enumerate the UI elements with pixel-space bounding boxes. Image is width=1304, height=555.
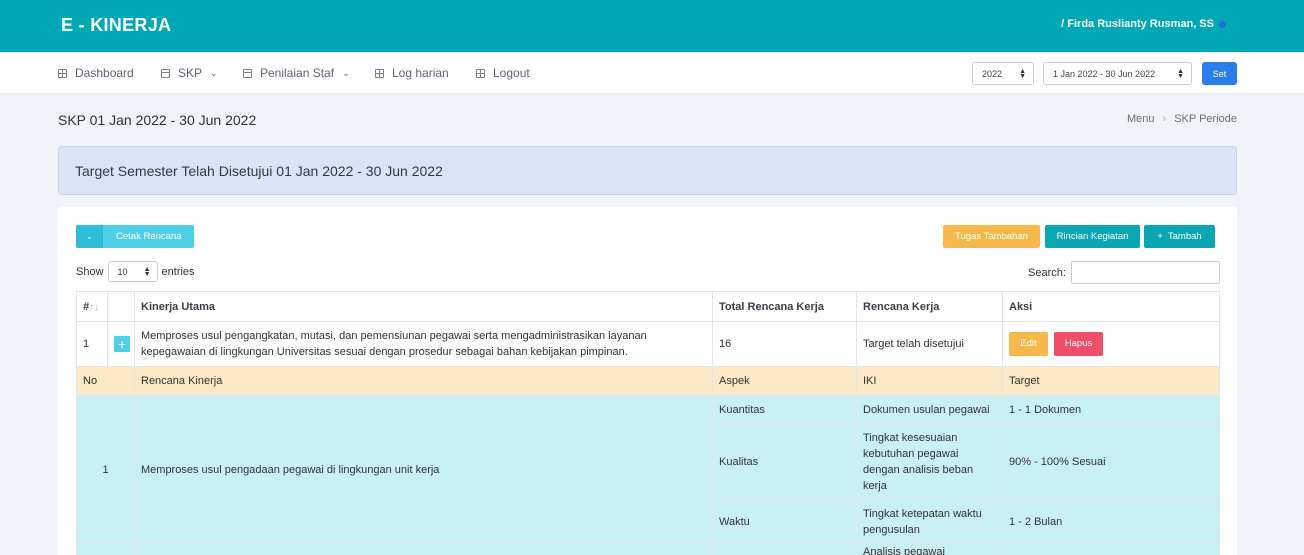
sub-target: 90% - 100% Sesuai bbox=[1002, 423, 1220, 500]
sub-row: 1 Memproses usul pengadaan pegawai di li… bbox=[76, 395, 1220, 544]
nav-penilaian-label: Penilaian Staf bbox=[260, 66, 335, 80]
sub-header-no: No bbox=[76, 366, 135, 396]
col-header-kinerja[interactable]: Kinerja Utama bbox=[134, 291, 713, 322]
cetak-label: Cetak Rencana bbox=[116, 231, 182, 242]
col-header-total[interactable]: Total Rencana Kerja bbox=[712, 291, 857, 322]
user-status-icon bbox=[1219, 20, 1226, 28]
sub-row-rencana: Memproses usul pengadaan pegawai di ling… bbox=[134, 395, 713, 544]
sub-iki: Tingkat ketepatan waktu pengusulan bbox=[856, 499, 1003, 544]
sub-header-aspek: Aspek bbox=[712, 366, 857, 396]
sub-row: Analisis pegawai bbox=[76, 543, 1220, 555]
chevron-down-icon: ⌄ bbox=[342, 67, 350, 78]
search-control: Search: bbox=[1028, 261, 1220, 284]
app-brand[interactable]: E - KINERJA bbox=[61, 15, 171, 36]
tambah-label: Tambah bbox=[1167, 231, 1202, 242]
skp-card: ⌄ Cetak Rencana Tugas Tambahan Rincian K… bbox=[58, 207, 1237, 555]
sub-iki: Dokumen usulan pegawai bbox=[856, 395, 1003, 424]
skp-icon bbox=[161, 68, 170, 78]
page-length-select[interactable]: 10 ▲ ▼ bbox=[107, 261, 158, 282]
hapus-button[interactable]: Hapus bbox=[1054, 332, 1103, 356]
page-title: SKP 01 Jan 2022 - 30 Jun 2022 bbox=[58, 112, 257, 128]
search-label: Search: bbox=[1028, 266, 1066, 279]
penilaian-icon bbox=[243, 68, 252, 78]
sub-iki: Tingkat kesesuaian kebutuhan pegawai den… bbox=[856, 423, 1003, 500]
sub-header-row: No Rencana Kinerja Aspek IKI Target bbox=[76, 366, 1220, 396]
sub-target: 1 - 1 Dokumen bbox=[1002, 395, 1220, 424]
sub-aspek: Waktu bbox=[712, 499, 857, 544]
year-value: 2022 bbox=[982, 68, 1003, 79]
period-value: 1 Jan 2022 - 30 Jun 2022 bbox=[1053, 68, 1156, 79]
sub-aspek bbox=[712, 543, 857, 555]
sub-iki: Analisis pegawai bbox=[856, 543, 1003, 555]
log-icon bbox=[375, 68, 384, 78]
col-header-expand bbox=[107, 291, 135, 322]
user-name: / Firda Ruslianty Rusman, SS bbox=[1061, 18, 1214, 30]
cetak-rencana-button[interactable]: ⌄ Cetak Rencana bbox=[76, 225, 194, 248]
show-label: Show bbox=[76, 265, 104, 278]
row-actions: Edit Hapus bbox=[1002, 321, 1220, 367]
expand-plus-icon[interactable]: + bbox=[114, 336, 130, 352]
nav-penilaian-staf[interactable]: Penilaian Staf ⌄ bbox=[243, 66, 350, 80]
breadcrumb: Menu › SKP Periode bbox=[1127, 113, 1237, 125]
nav-skp[interactable]: SKP ⌄ bbox=[161, 66, 218, 80]
row-no: 1 bbox=[76, 321, 108, 367]
nav-log-harian[interactable]: Log harian bbox=[375, 66, 449, 80]
search-input[interactable] bbox=[1070, 261, 1220, 284]
chevron-down-icon[interactable]: ⌄ bbox=[76, 225, 103, 248]
nav-log-label: Log harian bbox=[392, 66, 449, 80]
user-menu[interactable]: / Firda Ruslianty Rusman, SS bbox=[1061, 18, 1226, 30]
breadcrumb-separator-icon: › bbox=[1162, 113, 1167, 125]
sub-aspek: Kuantitas bbox=[712, 395, 857, 424]
rencana-kinerja-table: No Rencana Kinerja Aspek IKI Target 1 Me… bbox=[76, 366, 1220, 555]
page-length-control: Show 10 ▲ ▼ entries bbox=[76, 261, 195, 282]
chevron-down-icon: ⌄ bbox=[210, 67, 218, 78]
sub-target: 1 - 2 Bulan bbox=[1002, 499, 1220, 544]
sub-target bbox=[1002, 543, 1220, 555]
row-status: Target telah disetujui bbox=[856, 321, 1003, 367]
top-header: E - KINERJA / Firda Ruslianty Rusman, SS bbox=[0, 0, 1304, 52]
page-length-value: 10 bbox=[117, 266, 128, 277]
table-header-row: #↑↓ Kinerja Utama Total Rencana Kerja Re… bbox=[76, 291, 1220, 322]
tambah-button[interactable]: + Tambah bbox=[1144, 225, 1215, 248]
sub-header-iki: IKI bbox=[856, 366, 1003, 396]
kinerja-table: #↑↓ Kinerja Utama Total Rencana Kerja Re… bbox=[76, 291, 1220, 367]
year-select[interactable]: 2022 ▲ ▼ bbox=[972, 62, 1034, 85]
sub-row-rencana bbox=[134, 543, 713, 555]
rincian-kegiatan-button[interactable]: Rincian Kegiatan bbox=[1045, 225, 1140, 248]
select-arrows-icon: ▲ ▼ bbox=[1177, 67, 1184, 80]
col-header-rencana[interactable]: Rencana Kerja bbox=[856, 291, 1003, 322]
nav-dashboard-label: Dashboard bbox=[75, 66, 134, 80]
sub-aspek: Kualitas bbox=[712, 423, 857, 500]
sub-header-rencana: Rencana Kinerja bbox=[134, 366, 713, 396]
breadcrumb-menu[interactable]: Menu bbox=[1127, 113, 1155, 125]
breadcrumb-current: SKP Periode bbox=[1174, 113, 1237, 125]
select-arrows-icon: ▲ ▼ bbox=[1019, 67, 1026, 80]
row-total: 16 bbox=[712, 321, 857, 367]
col-header-aksi: Aksi bbox=[1002, 291, 1220, 322]
entries-label: entries bbox=[161, 265, 195, 278]
approval-alert: Target Semester Telah Disetujui 01 Jan 2… bbox=[58, 146, 1237, 195]
sort-icon: ↑↓ bbox=[89, 301, 100, 313]
row-expand: + bbox=[107, 321, 135, 367]
row-kinerja: Memproses usul pengangkatan, mutasi, dan… bbox=[134, 321, 713, 367]
nav-logout[interactable]: Logout bbox=[476, 66, 530, 80]
sub-row-no bbox=[76, 543, 135, 555]
period-select[interactable]: 1 Jan 2022 - 30 Jun 2022 ▲ ▼ bbox=[1043, 62, 1192, 85]
col-header-no[interactable]: #↑↓ bbox=[76, 291, 108, 322]
dashboard-icon bbox=[58, 68, 67, 78]
sub-row-no: 1 bbox=[76, 395, 135, 544]
nav-skp-label: SKP bbox=[178, 66, 203, 80]
plus-icon: + bbox=[1157, 231, 1163, 242]
edit-button[interactable]: Edit bbox=[1009, 332, 1048, 356]
logout-icon bbox=[476, 68, 485, 78]
nav-dashboard[interactable]: Dashboard bbox=[58, 66, 134, 80]
select-arrows-icon: ▲ ▼ bbox=[143, 265, 151, 278]
sub-header-target: Target bbox=[1002, 366, 1220, 396]
table-row: 1 + Memproses usul pengangkatan, mutasi,… bbox=[76, 321, 1220, 367]
tugas-tambahan-button[interactable]: Tugas Tambahan bbox=[943, 225, 1040, 248]
nav-logout-label: Logout bbox=[493, 66, 530, 80]
set-button[interactable]: Set bbox=[1202, 62, 1237, 85]
alert-text: Target Semester Telah Disetujui 01 Jan 2… bbox=[75, 163, 443, 179]
